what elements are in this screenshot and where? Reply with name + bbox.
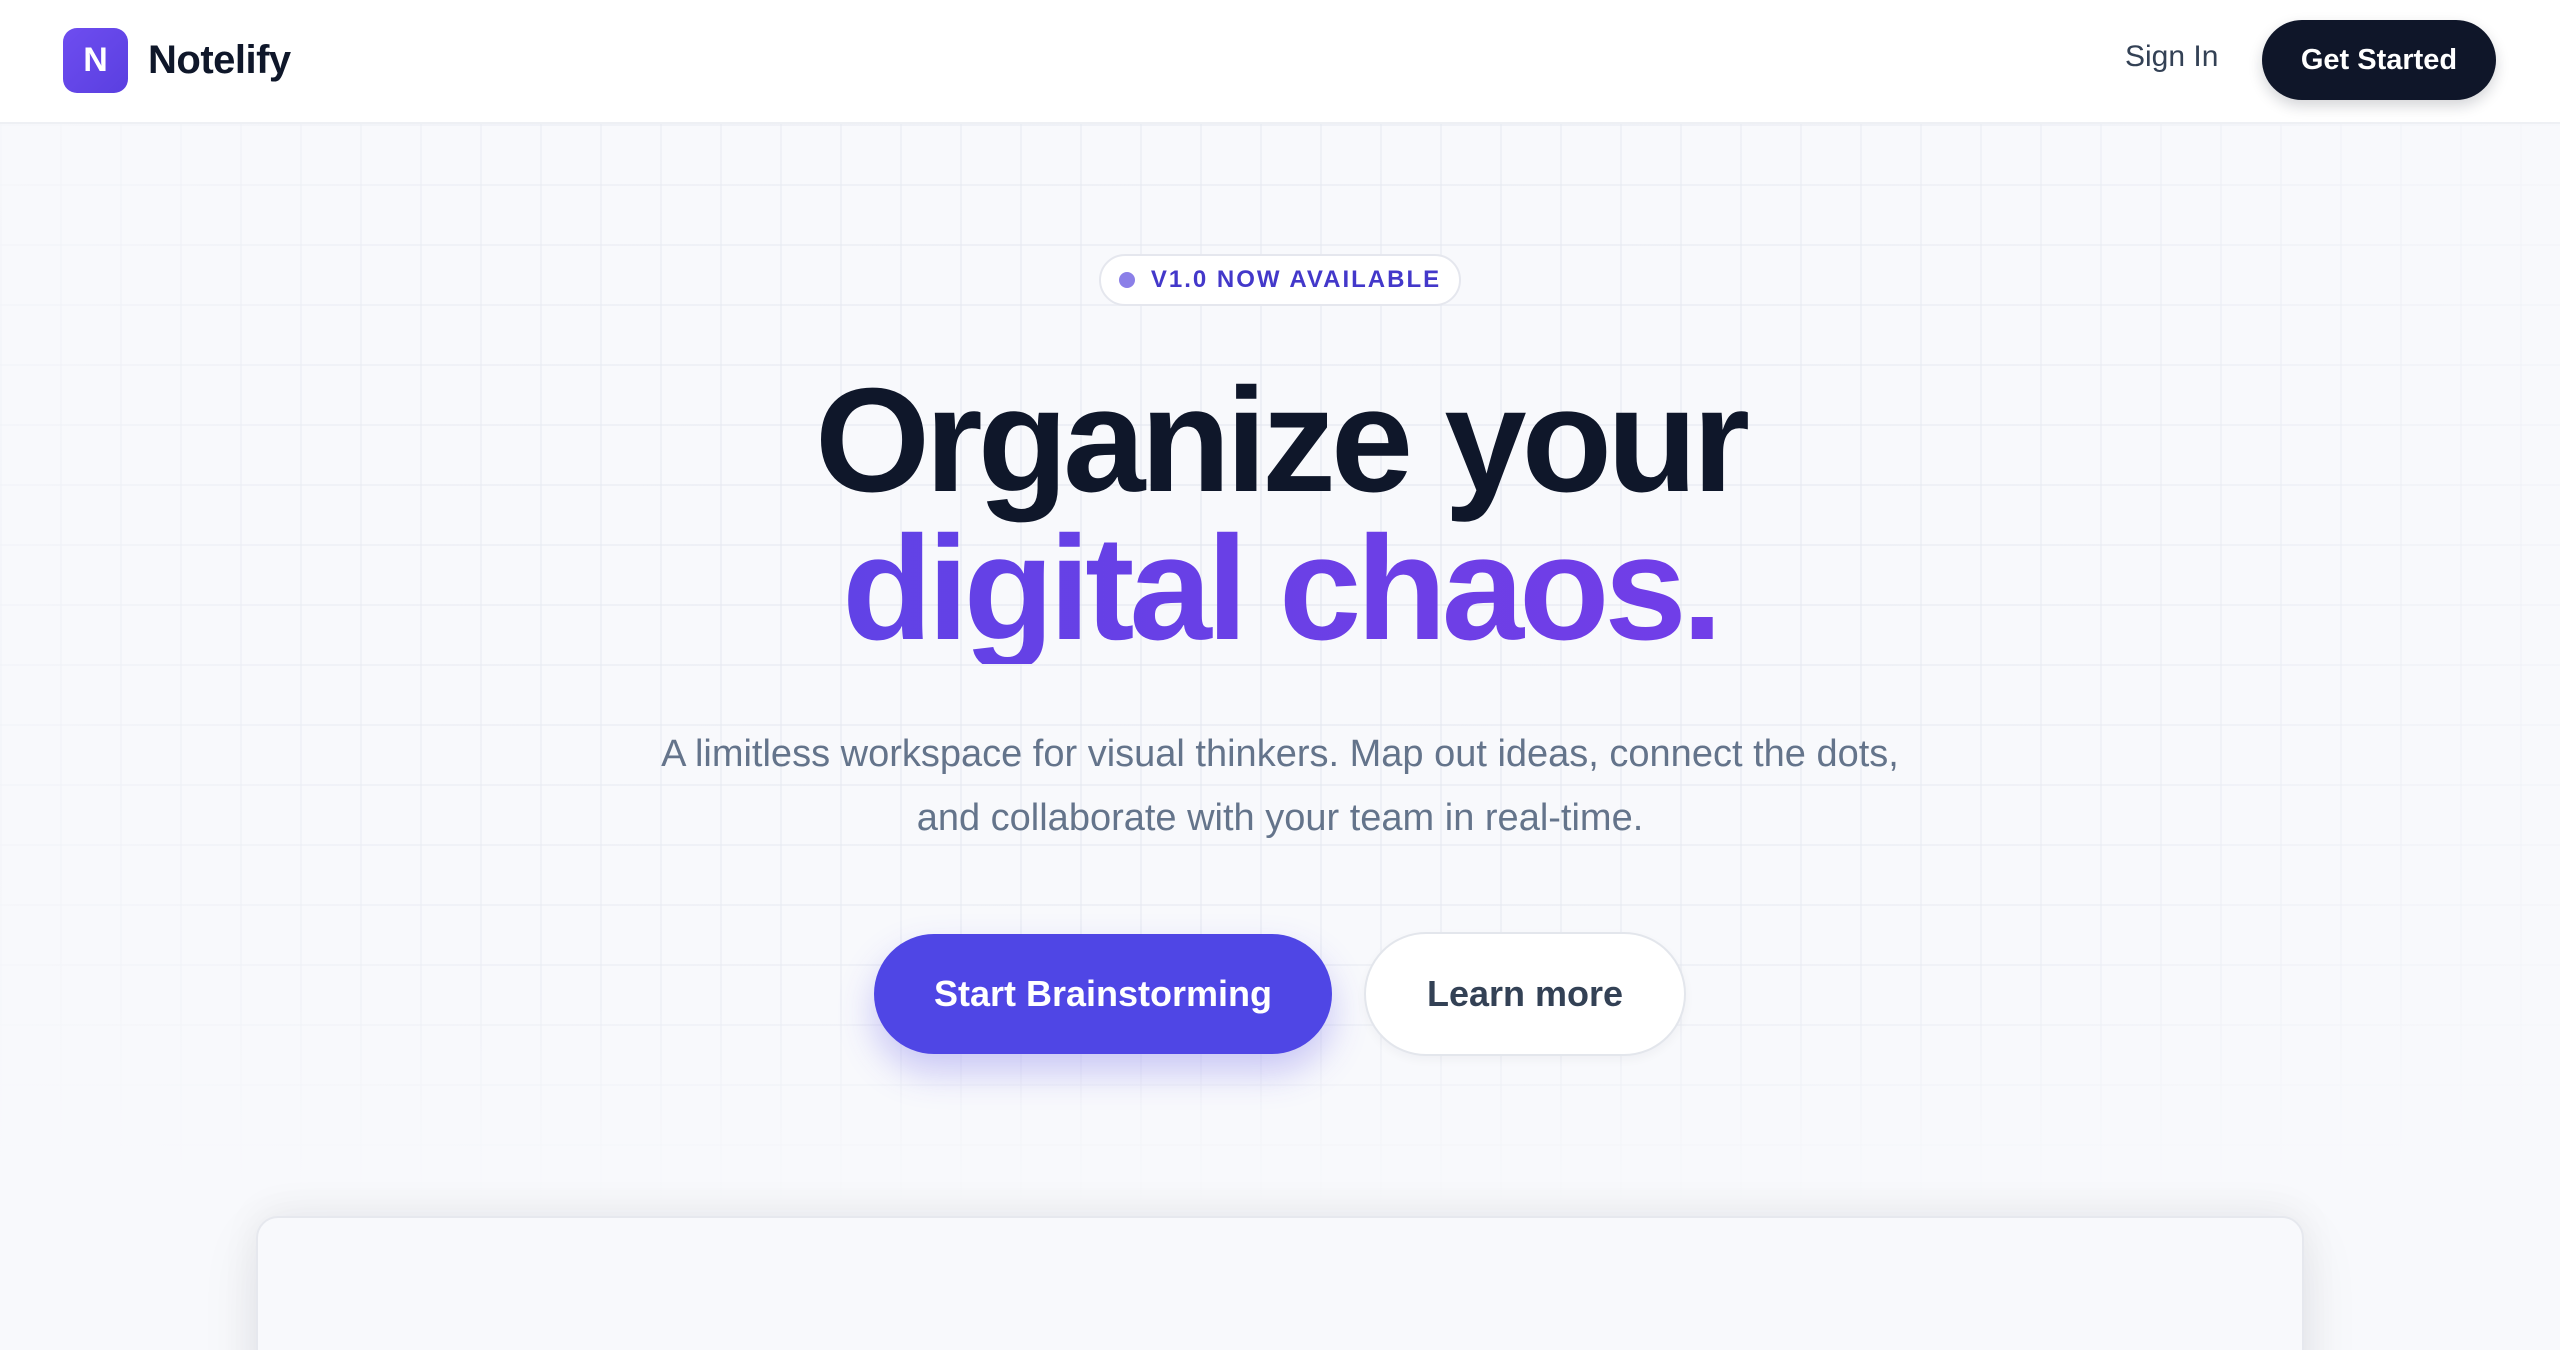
sign-in-link[interactable]: Sign In <box>2125 40 2218 74</box>
app-preview-card <box>256 1216 2304 1350</box>
logo-icon: N <box>63 28 128 93</box>
subtitle-line-1: A limitless workspace for visual thinker… <box>661 733 1899 775</box>
brand-name: Notelify <box>148 38 291 82</box>
status-dot-icon <box>1118 272 1135 288</box>
learn-more-button[interactable]: Learn more <box>1364 932 1686 1056</box>
start-brainstorming-button[interactable]: Start Brainstorming <box>874 934 1332 1054</box>
headline-line-2: digital chaos. <box>0 514 2560 664</box>
get-started-button[interactable]: Get Started <box>2262 20 2496 100</box>
subtitle-line-2: and collaborate with your team in real-t… <box>916 797 1644 839</box>
version-badge: V1.0 NOW AVAILABLE <box>1099 254 1461 306</box>
landing-page: N Notelify Sign In Get Started V1.0 NOW … <box>0 0 2560 1350</box>
headline-line-1: Organize your <box>814 358 1750 523</box>
badge-text: V1.0 NOW AVAILABLE <box>1150 266 1442 293</box>
top-navbar: N Notelify Sign In Get Started <box>0 0 2560 124</box>
hero-subtitle: A limitless workspace for visual thinker… <box>0 722 2560 850</box>
brand[interactable]: N Notelify <box>63 28 291 93</box>
hero-headline: Organize your digital chaos. <box>0 358 2560 664</box>
